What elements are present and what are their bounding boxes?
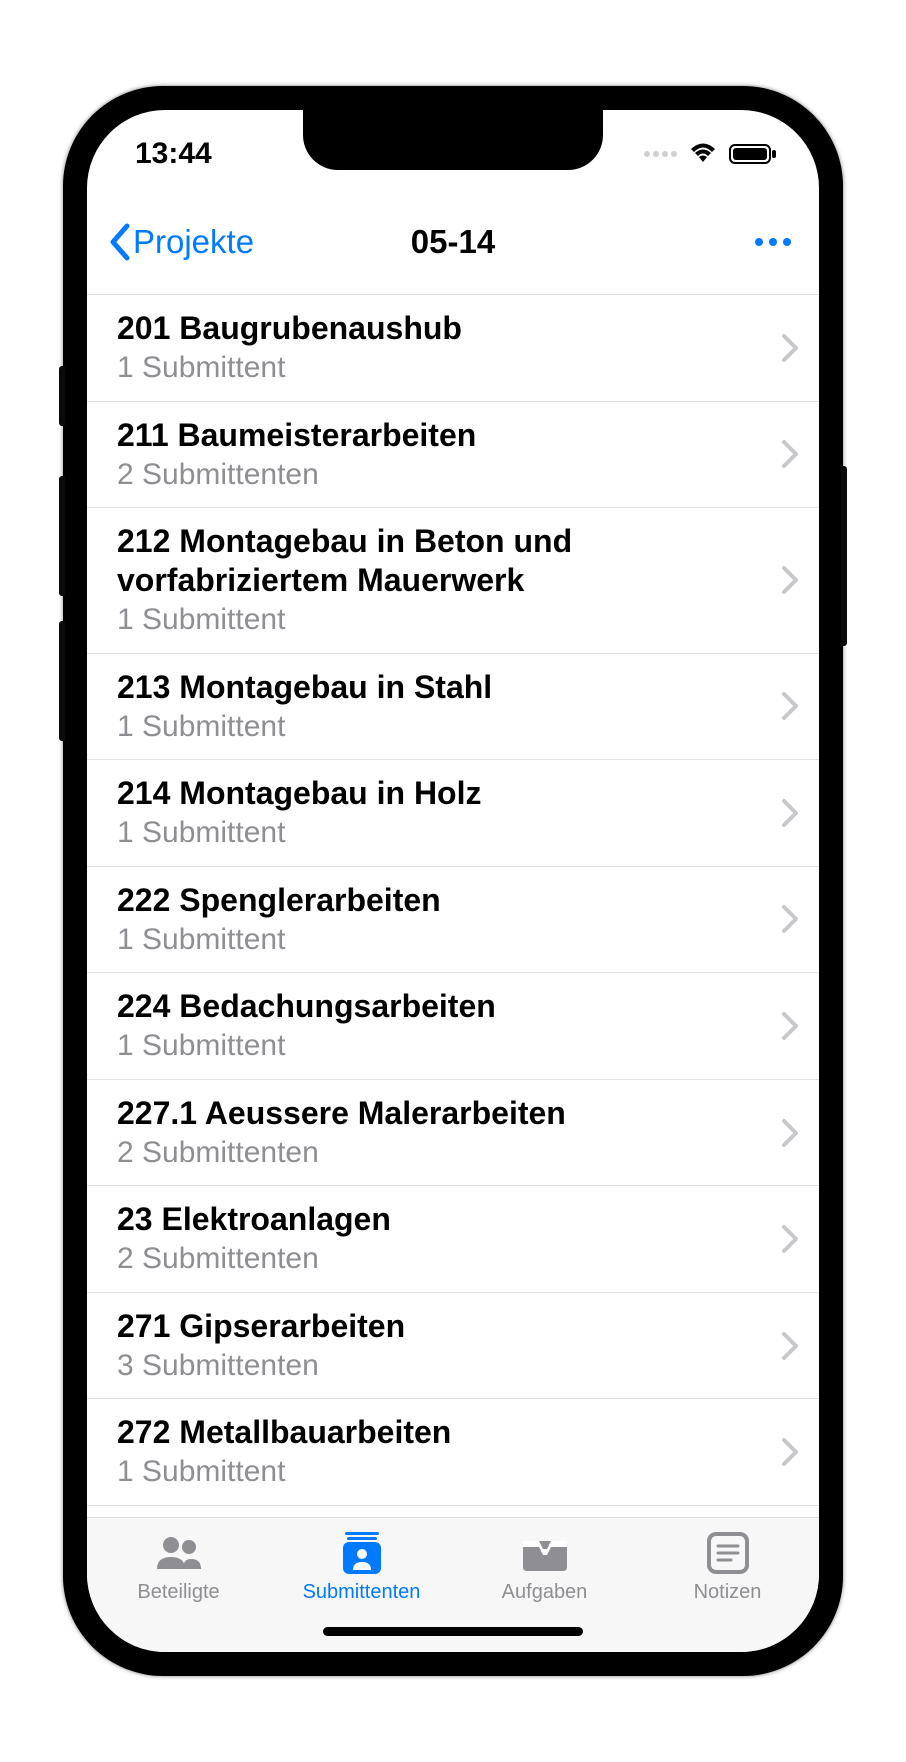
tab-beteiligte[interactable]: Beteiligte xyxy=(87,1528,270,1604)
notch xyxy=(303,110,603,170)
chevron-right-icon xyxy=(781,1331,799,1361)
list-item-title: 211 Baumeisterarbeiten xyxy=(117,416,781,455)
people-icon xyxy=(151,1528,207,1578)
list-item[interactable]: 227.1 Aeussere Malerarbeiten2 Submittent… xyxy=(87,1079,819,1186)
tab-submittenten[interactable]: Submittenten xyxy=(270,1528,453,1604)
inbox-icon xyxy=(517,1528,573,1578)
list-item[interactable]: 224 Bedachungsarbeiten1 Submittent xyxy=(87,972,819,1079)
list-item[interactable]: 271 Gipserarbeiten3 Submittenten xyxy=(87,1292,819,1399)
tab-label: Notizen xyxy=(694,1581,762,1604)
list-item-title: 212 Montagebau in Beton und vorfabrizier… xyxy=(117,522,781,600)
list-item-subtitle: 1 Submittent xyxy=(117,1453,781,1491)
list-item[interactable]: 214 Montagebau in Holz1 Submittent xyxy=(87,759,819,866)
battery-icon xyxy=(729,142,777,166)
tab-notizen[interactable]: Notizen xyxy=(636,1528,819,1604)
chevron-right-icon xyxy=(781,565,799,595)
more-button[interactable] xyxy=(755,238,791,246)
chevron-right-icon xyxy=(781,1011,799,1041)
phone-side-button-right xyxy=(841,466,847,646)
tab-label: Beteiligte xyxy=(137,1581,219,1604)
list-item-title: 214 Montagebau in Holz xyxy=(117,774,781,813)
list-item-subtitle: 2 Submittenten xyxy=(117,1240,781,1278)
status-indicators xyxy=(644,142,777,166)
page-title: 05-14 xyxy=(411,223,495,261)
back-label: Projekte xyxy=(133,223,254,261)
tab-aufgaben[interactable]: Aufgaben xyxy=(453,1528,636,1604)
chevron-right-icon xyxy=(781,1118,799,1148)
list-item-subtitle: 2 Submittenten xyxy=(117,456,781,494)
chevron-right-icon xyxy=(781,904,799,934)
list-item[interactable]: 273 Schreinerarbeiten3 Submittenten xyxy=(87,1505,819,1517)
list-item-subtitle: 1 Submittent xyxy=(117,349,781,387)
chevron-right-icon xyxy=(781,691,799,721)
back-button[interactable]: Projekte xyxy=(107,222,254,262)
list-item-title: 222 Spenglerarbeiten xyxy=(117,881,781,920)
wifi-icon xyxy=(687,142,719,166)
list-item-subtitle: 1 Submittent xyxy=(117,921,781,959)
chevron-right-icon xyxy=(781,798,799,828)
chevron-right-icon xyxy=(781,439,799,469)
phone-side-buttons-left xyxy=(59,366,65,766)
list-item-title: 201 Baugrubenaushub xyxy=(117,309,781,348)
list-item-subtitle: 1 Submittent xyxy=(117,814,781,852)
list[interactable]: 201 Baugrubenaushub1 Submittent211 Baume… xyxy=(87,286,819,1517)
list-item[interactable]: 201 Baugrubenaushub1 Submittent xyxy=(87,294,819,401)
tab-label: Submittenten xyxy=(303,1581,421,1604)
cellular-icon xyxy=(644,151,677,157)
list-item-title: 23 Elektroanlagen xyxy=(117,1200,781,1239)
list-item[interactable]: 272 Metallbauarbeiten1 Submittent xyxy=(87,1398,819,1505)
list-item[interactable]: 23 Elektroanlagen2 Submittenten xyxy=(87,1185,819,1292)
chevron-right-icon xyxy=(781,1224,799,1254)
list-item-title: 272 Metallbauarbeiten xyxy=(117,1413,781,1452)
list-item-subtitle: 3 Submittenten xyxy=(117,1347,781,1385)
contact-card-icon xyxy=(337,1528,387,1578)
note-icon xyxy=(705,1528,751,1578)
list-item-subtitle: 2 Submittenten xyxy=(117,1134,781,1172)
navigation-bar: Projekte 05-14 xyxy=(87,198,819,286)
chevron-right-icon xyxy=(781,1437,799,1467)
list-item[interactable]: 211 Baumeisterarbeiten2 Submittenten xyxy=(87,401,819,508)
chevron-left-icon xyxy=(107,222,131,262)
list-item-subtitle: 1 Submittent xyxy=(117,601,781,639)
list-item-subtitle: 1 Submittent xyxy=(117,1027,781,1065)
more-icon xyxy=(755,238,763,246)
list-item[interactable]: 222 Spenglerarbeiten1 Submittent xyxy=(87,866,819,973)
list-item-title: 227.1 Aeussere Malerarbeiten xyxy=(117,1094,781,1133)
list-item-title: 224 Bedachungsarbeiten xyxy=(117,987,781,1026)
screen: 13:44 Pr xyxy=(87,110,819,1652)
tab-label: Aufgaben xyxy=(502,1581,588,1604)
list-item-title: 213 Montagebau in Stahl xyxy=(117,668,781,707)
list-item-title: 271 Gipserarbeiten xyxy=(117,1307,781,1346)
list-item[interactable]: 212 Montagebau in Beton und vorfabrizier… xyxy=(87,507,819,653)
chevron-right-icon xyxy=(781,333,799,363)
home-indicator[interactable] xyxy=(323,1627,583,1636)
list-item[interactable]: 213 Montagebau in Stahl1 Submittent xyxy=(87,653,819,760)
list-item-subtitle: 1 Submittent xyxy=(117,708,781,746)
phone-frame: 13:44 Pr xyxy=(63,86,843,1676)
status-time: 13:44 xyxy=(135,137,212,171)
